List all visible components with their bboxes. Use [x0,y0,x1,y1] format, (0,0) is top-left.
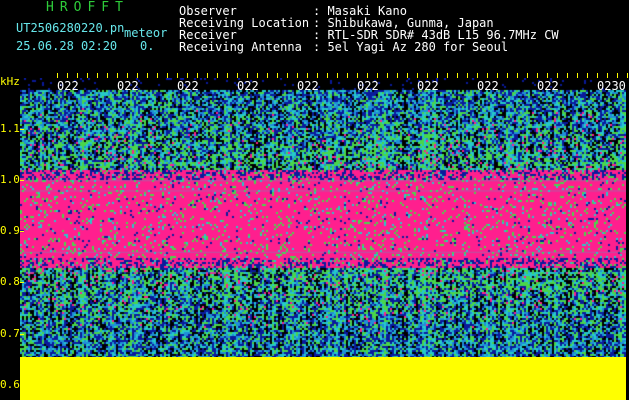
time-tick-mark [317,73,318,78]
time-tick-label: 022 [357,79,379,93]
time-tick-mark [537,73,538,78]
time-tick-mark [77,73,78,78]
time-tick-mark [147,73,148,78]
time-tick-mark [207,73,208,78]
time-tick-mark [247,73,248,78]
time-tick-mark [577,73,578,78]
y-tick-mark [20,384,24,386]
time-tick-label: 022 [417,79,439,93]
count-label: 0. [140,39,155,53]
time-tick-label: 022 [57,79,79,93]
y-unit-label: kHz [0,75,20,88]
antenna-label: Receiving Antenna [179,40,302,54]
y-tick-mark [20,282,24,284]
mode-label: meteor [124,26,168,40]
time-tick-mark [217,73,218,78]
time-tick-mark [127,73,128,78]
time-tick-mark [297,73,298,78]
time-tick-mark [427,73,428,78]
time-tick-mark [437,73,438,78]
time-tick-label: 022 [117,79,139,93]
time-tick-mark [357,73,358,78]
time-tick-label: 022 [237,79,259,93]
y-tick-mark [20,129,24,131]
time-tick-mark [257,73,258,78]
time-tick-label: 022 [177,79,199,93]
time-tick-mark [487,73,488,78]
time-tick-mark [377,73,378,78]
time-tick-mark [407,73,408,78]
y-tick-mark [20,180,24,182]
time-tick-mark [467,73,468,78]
time-tick-mark [497,73,498,78]
time-tick-mark [187,73,188,78]
time-tick-mark [547,73,548,78]
spectrogram-canvas [20,78,626,400]
y-tick-label: 0.8 [0,275,20,289]
time-tick-mark [287,73,288,78]
app-name: HROFFT [46,0,129,15]
time-tick-mark [117,73,118,78]
hrofft-window: HROFFT UT2506280220.pn meteor 25.06.28 0… [0,0,629,400]
filename-label: UT2506280220.pn [16,21,125,35]
time-tick-mark [447,73,448,78]
time-tick-mark [517,73,518,78]
time-tick-mark [557,73,558,78]
time-tick-mark [457,73,458,78]
time-tick-mark [137,73,138,78]
y-tick-label: 1.1 [0,122,20,136]
time-tick-mark [67,73,68,78]
time-tick-mark [587,73,588,78]
time-tick-mark [327,73,328,78]
time-tick-label: 022 [537,79,559,93]
time-tick-label: 022 [477,79,499,93]
time-tick-mark [417,73,418,78]
time-tick-mark [347,73,348,78]
time-tick-label: 0230 [597,79,626,93]
time-tick-label: 022 [297,79,319,93]
time-tick-mark [477,73,478,78]
time-tick-mark [177,73,178,78]
time-tick-mark [237,73,238,78]
time-tick-mark [87,73,88,78]
antenna-value: : 5el Yagi Az 280 for Seoul [313,40,509,54]
y-tick-label: 0.6 [0,377,20,391]
time-tick-mark [157,73,158,78]
time-tick-mark [567,73,568,78]
time-tick-mark [197,73,198,78]
y-tick-label: 1.0 [0,173,20,187]
time-tick-mark [167,73,168,78]
time-tick-mark [97,73,98,78]
time-tick-mark [627,73,628,78]
noise-floor-band [20,356,626,400]
time-axis [20,73,628,79]
time-tick-mark [527,73,528,78]
time-tick-mark [277,73,278,78]
time-tick-mark [57,73,58,78]
y-tick-mark [20,333,24,335]
time-tick-mark [607,73,608,78]
time-tick-mark [597,73,598,78]
time-tick-mark [107,73,108,78]
time-tick-mark [617,73,618,78]
datetime-label: 25.06.28 02:20 [16,39,118,53]
time-tick-mark [227,73,228,78]
y-tick-label: 0.7 [0,326,20,340]
time-tick-mark [397,73,398,78]
time-tick-mark [267,73,268,78]
y-tick-label: 0.9 [0,224,20,238]
time-tick-mark [307,73,308,78]
y-tick-mark [20,231,24,233]
time-tick-mark [337,73,338,78]
time-tick-mark [387,73,388,78]
time-tick-mark [507,73,508,78]
time-tick-mark [367,73,368,78]
